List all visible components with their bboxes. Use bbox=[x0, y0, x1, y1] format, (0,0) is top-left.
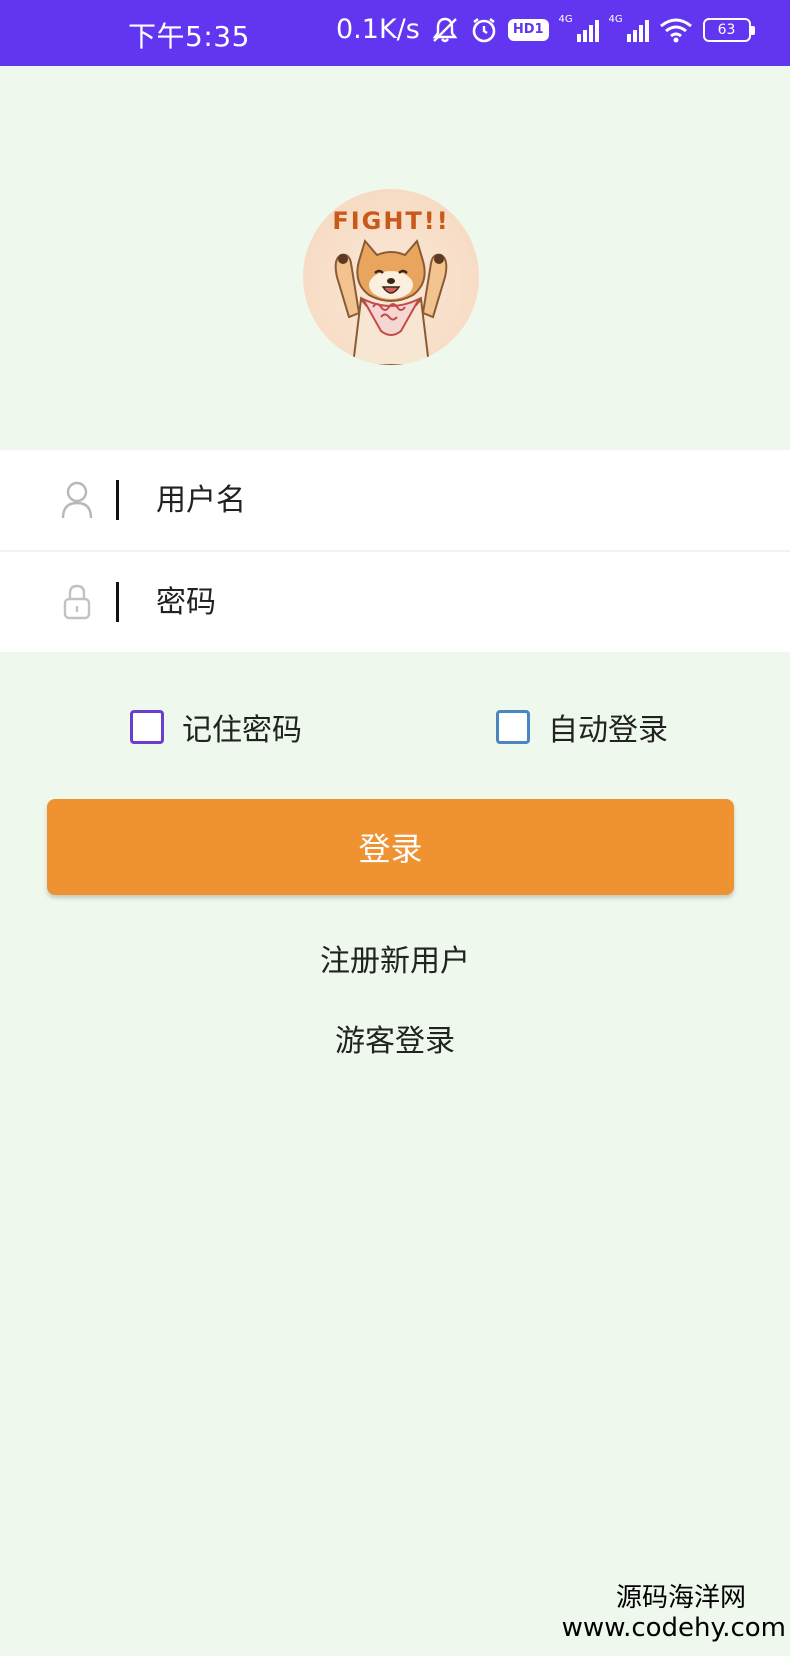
alarm-clock-icon bbox=[470, 16, 498, 44]
password-caret bbox=[116, 582, 119, 622]
wifi-icon bbox=[659, 17, 693, 43]
shiba-dog-illustration bbox=[334, 238, 448, 365]
watermark-url: www.codehy.com bbox=[561, 1613, 786, 1644]
auto-login-option[interactable]: 自动登录 bbox=[496, 705, 668, 749]
user-icon bbox=[60, 480, 94, 520]
avatar: FIGHT!! bbox=[303, 189, 479, 365]
login-button[interactable]: 登录 bbox=[47, 799, 734, 895]
password-row bbox=[0, 552, 790, 652]
password-input[interactable] bbox=[156, 572, 756, 632]
battery-icon: 63 bbox=[702, 17, 755, 42]
guest-login-link[interactable]: 游客登录 bbox=[0, 1016, 790, 1060]
login-form-fields bbox=[0, 450, 790, 652]
register-link[interactable]: 注册新用户 bbox=[0, 936, 790, 980]
username-input[interactable] bbox=[156, 470, 756, 530]
username-caret bbox=[116, 480, 119, 520]
remember-password-label[interactable]: 记住密码 bbox=[182, 705, 302, 749]
auto-login-checkbox[interactable] bbox=[496, 710, 530, 744]
network-speed: 0.1K/s bbox=[336, 14, 420, 45]
status-bar: 下午5:35 0.1K/s HD1 4G 4G 63 bbox=[0, 0, 790, 66]
signal-strength-icon-2: 4G bbox=[609, 14, 649, 42]
watermark: 源码海洋网 www.codehy.com bbox=[561, 1583, 786, 1644]
network-type-1: 4G bbox=[558, 13, 573, 25]
auto-login-label[interactable]: 自动登录 bbox=[548, 705, 668, 749]
status-time: 下午5:35 bbox=[128, 20, 250, 53]
lock-icon bbox=[60, 582, 94, 622]
remember-password-checkbox[interactable] bbox=[130, 710, 164, 744]
mute-bell-icon bbox=[430, 15, 460, 45]
username-row bbox=[0, 450, 790, 550]
remember-password-option[interactable]: 记住密码 bbox=[130, 705, 302, 749]
hd-voice-badge: HD1 bbox=[507, 18, 549, 41]
network-type-2: 4G bbox=[608, 13, 623, 25]
status-indicators: 0.1K/s HD1 4G 4G 63 bbox=[336, 14, 755, 45]
battery-level: 63 bbox=[717, 21, 736, 38]
watermark-site-name: 源码海洋网 bbox=[615, 1583, 746, 1614]
signal-strength-icon-1: 4G bbox=[559, 14, 599, 42]
